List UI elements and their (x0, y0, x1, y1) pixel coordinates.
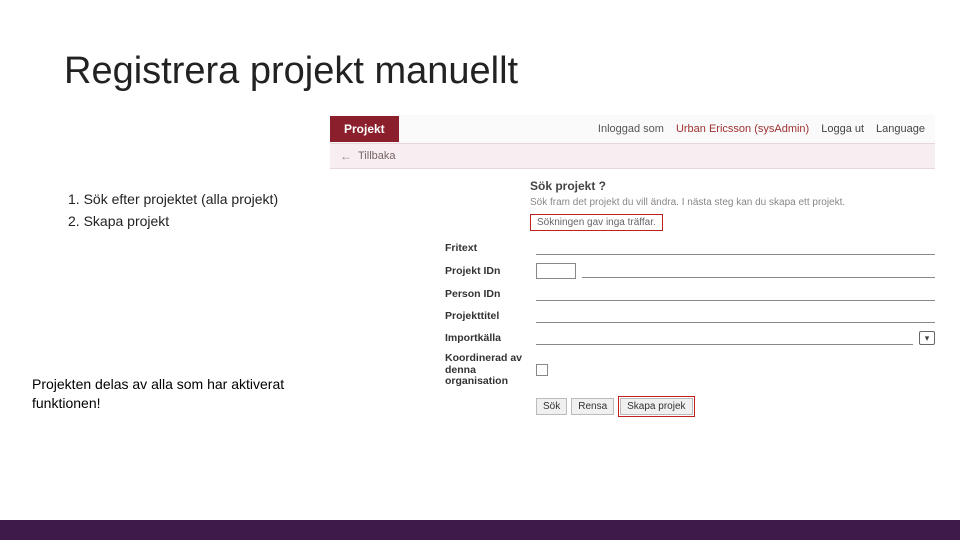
slide-title: Registrera projekt manuellt (64, 50, 518, 93)
back-label: Tillbaka (358, 150, 396, 162)
logged-in-label: Inloggad som (598, 123, 664, 135)
step-1: Sök efter projektet (alla projekt) (68, 190, 324, 210)
label-projekttitel: Projekttitel (330, 310, 530, 322)
search-section-title: Sök projekt ? (530, 179, 935, 193)
input-fritext[interactable] (536, 241, 935, 255)
rensa-button[interactable]: Rensa (571, 398, 614, 415)
label-koord: Koordinerad av denna organisation (330, 353, 530, 388)
language-link[interactable]: Language (876, 123, 925, 135)
skapa-projekt-button[interactable]: Skapa projek (620, 398, 692, 415)
label-importkalla: Importkälla (330, 332, 530, 344)
footer-bar (0, 520, 960, 540)
input-projekt-idn[interactable] (582, 264, 935, 278)
step-2: Skapa projekt (68, 212, 324, 232)
label-person-idn: Person IDn (330, 288, 530, 300)
back-arrow-icon: ← (340, 149, 352, 163)
user-name: Urban Ericsson (sysAdmin) (676, 123, 809, 135)
back-bar[interactable]: ← Tillbaka (330, 143, 935, 169)
label-fritext: Fritext (330, 242, 530, 254)
search-section-subtitle: Sök fram det projekt du vill ändra. I nä… (530, 197, 935, 208)
chevron-down-icon[interactable]: ▾ (919, 331, 935, 345)
no-results-alert: Sökningen gav inga träffar. (530, 214, 663, 231)
select-importkalla[interactable] (536, 331, 913, 345)
input-projekt-idn-box[interactable] (536, 263, 576, 279)
sok-button[interactable]: Sök (536, 398, 567, 415)
form-area: Sök projekt ? Sök fram det projekt du vi… (330, 169, 935, 417)
action-row: Sök Rensa Skapa projek (536, 396, 935, 417)
app-header: Projekt Inloggad som Urban Ericsson (sys… (330, 115, 935, 143)
checkbox-koord[interactable] (536, 364, 548, 376)
app-screenshot: Projekt Inloggad som Urban Ericsson (sys… (330, 115, 935, 417)
input-person-idn[interactable] (536, 287, 935, 301)
input-projekttitel[interactable] (536, 309, 935, 323)
label-projekt-idn: Projekt IDn (330, 265, 530, 277)
instruction-list: Sök efter projektet (alla projekt) Skapa… (64, 190, 324, 233)
skapa-highlight: Skapa projek (618, 396, 694, 417)
slide-note: Projekten delas av alla som har aktivera… (32, 375, 312, 413)
logout-link[interactable]: Logga ut (821, 123, 864, 135)
tab-projekt[interactable]: Projekt (330, 116, 399, 142)
